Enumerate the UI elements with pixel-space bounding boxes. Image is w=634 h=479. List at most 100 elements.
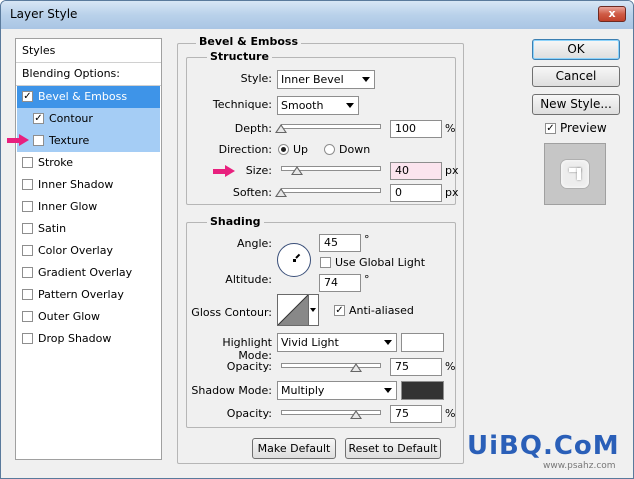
checkbox-satin[interactable] xyxy=(22,223,33,234)
style-item-gradient-overlay[interactable]: Gradient Overlay xyxy=(17,262,160,284)
size-label: Size: xyxy=(245,164,272,177)
gloss-contour-preview[interactable] xyxy=(277,294,309,326)
shadow-color-swatch[interactable] xyxy=(401,381,444,400)
highlight-opacity-input[interactable]: 75 xyxy=(390,358,442,376)
make-default-button[interactable]: Make Default xyxy=(252,438,336,459)
style-item-pattern-overlay[interactable]: Pattern Overlay xyxy=(17,284,160,306)
highlight-opacity-thumb[interactable] xyxy=(350,363,362,372)
altitude-input[interactable]: 74 xyxy=(319,274,361,292)
angle-dial[interactable] xyxy=(277,243,311,277)
gloss-contour-dropdown[interactable] xyxy=(309,294,319,326)
depth-slider-track[interactable] xyxy=(281,124,381,129)
preview-label: Preview xyxy=(560,121,607,135)
highlight-opacity-track[interactable] xyxy=(281,363,381,368)
window-title: Layer Style xyxy=(10,7,78,21)
shadow-opacity-unit: % xyxy=(445,407,456,420)
checkbox-color-overlay[interactable] xyxy=(22,245,33,256)
style-item-bevel-emboss[interactable]: ✓ Bevel & Emboss xyxy=(17,86,160,108)
style-item-texture[interactable]: Texture xyxy=(17,130,160,152)
highlight-color-swatch[interactable] xyxy=(401,333,444,352)
size-slider-thumb[interactable] xyxy=(291,166,303,175)
checkbox-outer-glow[interactable] xyxy=(22,311,33,322)
style-dropdown[interactable]: Inner Bevel xyxy=(277,70,375,89)
checkbox-gradient-overlay[interactable] xyxy=(22,267,33,278)
blending-options-item[interactable]: Blending Options: Custom xyxy=(17,63,160,102)
chevron-down-icon xyxy=(384,388,392,393)
watermark-logo: UiBQ.CoM xyxy=(467,431,620,461)
shadow-opacity-thumb[interactable] xyxy=(350,410,362,419)
checkbox-texture[interactable] xyxy=(33,135,44,146)
highlight-mode-dropdown[interactable]: Vivid Light xyxy=(277,333,397,352)
watermark-url: www.psahz.com xyxy=(543,461,616,471)
highlight-opacity-label: Opacity: xyxy=(226,360,272,373)
depth-slider-thumb[interactable] xyxy=(275,124,287,133)
checkbox-stroke[interactable] xyxy=(22,157,33,168)
style-item-label: Drop Shadow xyxy=(38,332,112,345)
altitude-label: Altitude: xyxy=(225,273,272,286)
style-item-label: Color Overlay xyxy=(38,244,113,257)
shadow-opacity-input[interactable]: 75 xyxy=(390,405,442,423)
style-item-inner-shadow[interactable]: Inner Shadow xyxy=(17,174,160,196)
soften-slider-track[interactable] xyxy=(281,188,381,193)
soften-unit: px xyxy=(445,186,459,199)
checkbox-pattern-overlay[interactable] xyxy=(22,289,33,300)
title-bar: Layer Style x xyxy=(1,1,633,29)
checkbox-inner-glow[interactable] xyxy=(22,201,33,212)
cancel-button[interactable]: Cancel xyxy=(532,66,620,87)
depth-unit: % xyxy=(445,122,456,135)
gloss-contour-label: Gloss Contour: xyxy=(191,306,272,319)
checkbox-drop-shadow[interactable] xyxy=(22,333,33,344)
arrow-texture-indicator xyxy=(7,134,29,146)
angle-unit: ° xyxy=(364,233,370,246)
dialog-client: Styles Blending Options: Custom ✓ Bevel … xyxy=(7,30,627,474)
style-item-label: Bevel & Emboss xyxy=(38,90,128,103)
technique-dropdown[interactable]: Smooth xyxy=(277,96,359,115)
style-item-label: Outer Glow xyxy=(38,310,101,323)
chevron-down-icon xyxy=(346,103,354,108)
checkbox-inner-shadow[interactable] xyxy=(22,179,33,190)
size-input[interactable]: 40 xyxy=(390,162,442,180)
style-item-inner-glow[interactable]: Inner Glow xyxy=(17,196,160,218)
style-item-stroke[interactable]: Stroke xyxy=(17,152,160,174)
style-item-label: Stroke xyxy=(38,156,74,169)
gloss-contour-icon xyxy=(278,295,308,325)
direction-up-label: Up xyxy=(293,143,309,156)
depth-label: Depth: xyxy=(234,122,272,135)
shadow-mode-dropdown[interactable]: Multiply xyxy=(277,381,397,400)
use-global-light-checkbox[interactable] xyxy=(320,257,331,268)
reset-to-default-button[interactable]: Reset to Default xyxy=(345,438,441,459)
shading-title: Shading xyxy=(207,215,264,228)
preview-checkbox[interactable]: ✓ xyxy=(545,123,556,134)
depth-input[interactable]: 100 xyxy=(390,120,442,138)
styles-header-label: Styles xyxy=(22,44,56,57)
altitude-unit: ° xyxy=(364,273,370,286)
style-item-label: Texture xyxy=(49,134,90,147)
checkbox-contour[interactable]: ✓ xyxy=(33,113,44,124)
ok-button[interactable]: OK xyxy=(532,39,620,60)
direction-down-label: Down xyxy=(339,143,371,156)
angle-dial-needle xyxy=(295,253,301,259)
soften-label: Soften: xyxy=(232,186,272,199)
style-item-label: Satin xyxy=(38,222,67,235)
soften-slider-thumb[interactable] xyxy=(275,188,287,197)
new-style-button[interactable]: New Style... xyxy=(532,94,620,115)
close-button[interactable]: x xyxy=(598,6,626,22)
style-item-color-overlay[interactable]: Color Overlay xyxy=(17,240,160,262)
shadow-opacity-track[interactable] xyxy=(281,410,381,415)
shadow-mode-value: Multiply xyxy=(281,384,325,397)
style-item-satin[interactable]: Satin xyxy=(17,218,160,240)
anti-aliased-checkbox[interactable]: ✓ xyxy=(334,305,345,316)
direction-up-radio[interactable] xyxy=(278,144,289,155)
highlight-mode-label: Highlight Mode: xyxy=(222,336,272,362)
chevron-down-icon xyxy=(310,308,316,312)
direction-down-radio[interactable] xyxy=(324,144,335,155)
chevron-down-icon xyxy=(362,77,370,82)
style-item-label: Inner Shadow xyxy=(38,178,114,191)
soften-input[interactable]: 0 xyxy=(390,184,442,202)
style-item-drop-shadow[interactable]: Drop Shadow xyxy=(17,328,160,350)
style-item-outer-glow[interactable]: Outer Glow xyxy=(17,306,160,328)
style-item-contour[interactable]: ✓ Contour xyxy=(17,108,160,130)
styles-header[interactable]: Styles xyxy=(17,40,160,62)
checkbox-bevel-emboss[interactable]: ✓ xyxy=(22,91,33,102)
angle-input[interactable]: 45 xyxy=(319,234,361,252)
